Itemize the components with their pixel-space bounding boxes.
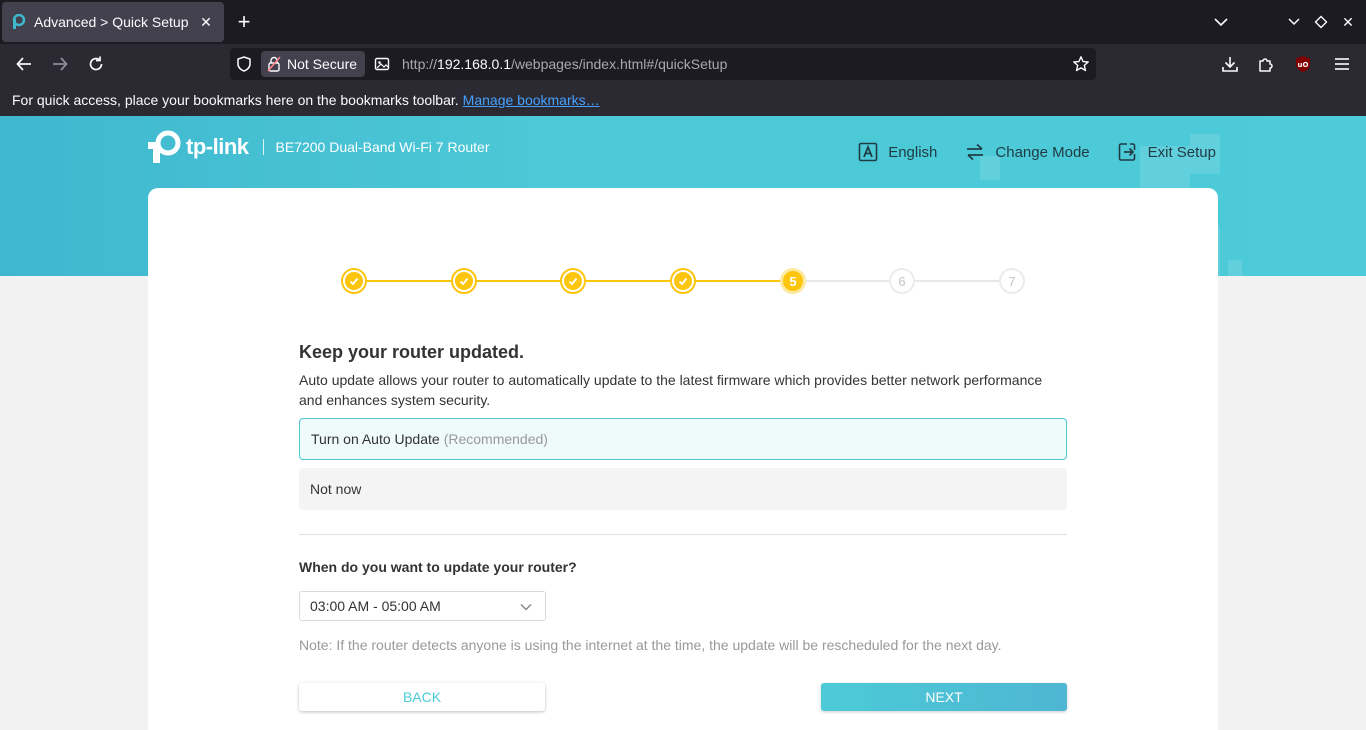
language-button[interactable]: English — [858, 142, 937, 162]
downloads-icon[interactable] — [1220, 54, 1240, 74]
url-path: /webpages/index.html#/quickSetup — [511, 56, 728, 72]
url-host: 192.168.0.1 — [437, 56, 511, 72]
update-time-select[interactable]: 03:00 AM - 05:00 AM — [299, 591, 546, 621]
update-time-question: When do you want to update your router? — [299, 559, 577, 575]
quick-setup-card: 5 6 7 Keep your router updated. Auto upd… — [148, 188, 1218, 730]
language-icon — [858, 142, 878, 162]
step-2-done — [451, 268, 477, 294]
url-prefix: http:// — [402, 56, 438, 72]
tab-title: Advanced > Quick Setup — [34, 14, 189, 30]
svg-text:uO: uO — [1298, 61, 1309, 69]
change-mode-label: Change Mode — [995, 143, 1090, 161]
ublock-origin-icon[interactable]: uO — [1293, 54, 1313, 74]
router-model-name: BE7200 Dual-Band Wi-Fi 7 Router — [275, 139, 490, 155]
not-secure-badge[interactable]: Not Secure — [261, 51, 366, 77]
reschedule-note: Note: If the router detects anyone is us… — [299, 637, 1002, 653]
chevron-down-icon — [520, 603, 532, 611]
browser-tab-bar: Advanced > Quick Setup ✕ + ✕ — [0, 0, 1366, 44]
reload-icon[interactable] — [84, 52, 108, 76]
tplink-favicon-icon — [10, 14, 26, 30]
page-permissions-icon[interactable] — [374, 56, 390, 72]
forward-arrow-icon[interactable] — [48, 52, 72, 76]
step-4-done — [670, 268, 696, 294]
extensions-puzzle-icon[interactable] — [1256, 54, 1276, 74]
url-bar[interactable]: Not Secure http://192.168.0.1/webpages/i… — [230, 48, 1096, 80]
app-menu-hamburger-icon[interactable] — [1332, 54, 1352, 74]
option-auto-update[interactable]: Turn on Auto Update (Recommended) — [299, 418, 1067, 460]
back-arrow-icon[interactable] — [12, 52, 36, 76]
change-mode-icon — [967, 143, 984, 161]
next-button[interactable]: NEXT — [821, 683, 1067, 711]
step-1-done — [341, 268, 367, 294]
browser-nav-bar: Not Secure http://192.168.0.1/webpages/i… — [0, 44, 1366, 84]
checkmark-icon — [678, 277, 688, 286]
list-all-tabs-icon[interactable] — [1210, 12, 1232, 32]
back-button[interactable]: BACK — [299, 683, 545, 711]
url-text[interactable]: http://192.168.0.1/webpages/index.html#/… — [402, 48, 727, 80]
minimize-window-icon[interactable] — [1284, 12, 1304, 32]
banner-decoration — [1228, 260, 1242, 276]
language-label: English — [888, 143, 938, 161]
section-divider — [299, 534, 1067, 535]
tplink-logo-icon — [148, 130, 181, 163]
exit-icon — [1118, 143, 1135, 161]
logo-separator — [262, 139, 264, 155]
option-not-now-label: Not now — [310, 481, 362, 497]
option-recommended-hint: (Recommended) — [443, 431, 548, 447]
bookmark-star-icon[interactable] — [1072, 55, 1090, 73]
setup-progress-stepper: 5 6 7 — [341, 268, 1031, 294]
change-mode-button[interactable]: Change Mode — [965, 142, 1090, 162]
update-time-selected-value: 03:00 AM - 05:00 AM — [310, 598, 441, 614]
tracking-shield-icon[interactable] — [236, 56, 252, 72]
maximize-window-icon[interactable] — [1311, 12, 1331, 32]
new-tab-button[interactable]: + — [232, 9, 256, 34]
option-auto-update-label: Turn on Auto Update — [311, 431, 440, 447]
step-6-pending: 6 — [889, 268, 915, 294]
close-window-icon[interactable]: ✕ — [1338, 12, 1358, 32]
close-tab-icon[interactable]: ✕ — [196, 12, 216, 32]
header-actions: English Change Mode Exit Setup — [830, 142, 1216, 162]
page-title: Keep your router updated. — [299, 342, 525, 362]
tplink-logo: tp-link BE7200 Dual-Band Wi-Fi 7 Router — [148, 130, 490, 164]
step-3-done — [560, 268, 586, 294]
manage-bookmarks-link[interactable]: Manage bookmarks… — [463, 92, 600, 108]
step-7-pending: 7 — [999, 268, 1025, 294]
checkmark-icon — [568, 277, 578, 286]
bookmarks-toolbar: For quick access, place your bookmarks h… — [0, 84, 1366, 116]
exit-setup-label: Exit Setup — [1147, 143, 1216, 161]
exit-setup-button[interactable]: Exit Setup — [1118, 142, 1216, 162]
checkmark-icon — [459, 277, 469, 286]
bookmarks-empty-message: For quick access, place your bookmarks h… — [12, 92, 459, 108]
browser-tab-active[interactable]: Advanced > Quick Setup ✕ — [2, 2, 224, 42]
step-5-current: 5 — [780, 268, 806, 294]
insecure-lock-icon — [267, 56, 281, 72]
not-secure-label: Not Secure — [287, 56, 358, 72]
router-setup-page: tp-link BE7200 Dual-Band Wi-Fi 7 Router … — [0, 116, 1366, 730]
page-description: Auto update allows your router to automa… — [299, 372, 1043, 408]
logo-wordmark: tp-link — [186, 134, 249, 159]
checkmark-icon — [349, 277, 359, 286]
option-not-now[interactable]: Not now — [299, 468, 1067, 510]
